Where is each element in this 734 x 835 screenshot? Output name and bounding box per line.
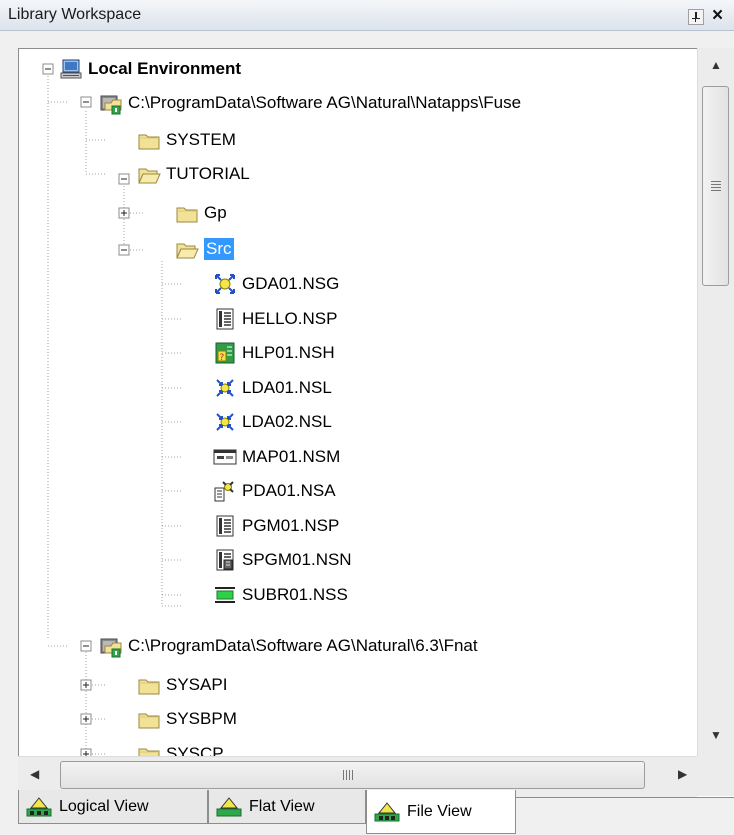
grip-icon — [343, 770, 355, 780]
tree-file-subr01[interactable]: SUBR01.NSS — [213, 581, 348, 609]
scroll-down-arrow-icon[interactable]: ▼ — [710, 728, 722, 742]
local-data-area-icon — [213, 410, 237, 434]
horizontal-scroll-thumb[interactable] — [60, 761, 645, 789]
folder-open-icon — [137, 162, 161, 186]
tree-lines — [42, 63, 181, 797]
scroll-right-arrow-icon[interactable]: ▶ — [678, 767, 687, 781]
tree-file-lda01[interactable]: LDA01.NSL — [213, 374, 332, 402]
map-icon — [213, 445, 237, 469]
folder-closed-icon — [137, 128, 161, 152]
scroll-left-arrow-icon[interactable]: ◀ — [30, 767, 39, 781]
window-title: Library Workspace — [8, 6, 142, 23]
grip-icon — [711, 181, 721, 191]
tree-node-local-environment[interactable]: Local Environment — [59, 55, 241, 83]
tree-node-tutorial[interactable]: TUTORIAL — [137, 160, 250, 188]
svg-text:?: ? — [220, 353, 225, 363]
local-data-area-icon — [213, 376, 237, 400]
parameter-data-area-icon — [213, 479, 237, 503]
helproutine-icon: ? — [213, 341, 237, 365]
program-icon — [213, 307, 237, 331]
tree-node-sysapi[interactable]: SYSAPI — [137, 671, 227, 699]
tree-file-map01[interactable]: MAP01.NSM — [213, 443, 340, 471]
tab-flat-view[interactable]: Flat View — [208, 790, 366, 824]
view-tabs: Logical View Flat View File View — [0, 790, 734, 835]
close-button[interactable]: × — [712, 5, 723, 27]
computer-icon — [59, 57, 83, 81]
vertical-scroll-thumb[interactable] — [702, 86, 729, 286]
tree-node-gp[interactable]: Gp — [175, 199, 227, 227]
folder-closed-icon — [137, 673, 161, 697]
tree-node-src[interactable]: Src — [175, 235, 234, 263]
tree-node-library-fuse[interactable]: C:\ProgramData\Software AG\Natural\Natap… — [99, 89, 521, 117]
subprogram-icon — [213, 548, 237, 572]
tree-file-hlp01[interactable]: ? HLP01.NSH — [213, 339, 335, 367]
tree-node-sysbpm[interactable]: SYSBPM — [137, 705, 237, 733]
tree-file-spgm01[interactable]: SPGM01.NSN — [213, 546, 352, 574]
tree-file-pda01[interactable]: PDA01.NSA — [213, 477, 336, 505]
tree-file-hello[interactable]: HELLO.NSP — [213, 305, 337, 333]
title-bar: Library Workspace × — [0, 0, 734, 31]
flat-view-icon — [215, 796, 243, 818]
tree-node-system[interactable]: SYSTEM — [137, 126, 236, 154]
scroll-up-arrow-icon[interactable]: ▲ — [710, 58, 722, 72]
folder-closed-icon — [175, 201, 199, 225]
folder-closed-icon — [137, 707, 161, 731]
library-tree[interactable]: Local Environment C:\ProgramData\Softwar… — [18, 48, 734, 798]
global-data-area-icon — [213, 272, 237, 296]
pin-icon — [692, 12, 700, 22]
tree-file-gda01[interactable]: GDA01.NSG — [213, 270, 339, 298]
logical-view-icon — [25, 796, 53, 818]
tree-node-library-fnat[interactable]: C:\ProgramData\Software AG\Natural\6.3\F… — [99, 632, 478, 660]
library-drive-icon — [99, 634, 123, 658]
tree-file-lda02[interactable]: LDA02.NSL — [213, 408, 332, 436]
program-icon — [213, 514, 237, 538]
folder-open-icon — [175, 237, 199, 261]
file-view-icon — [373, 801, 401, 823]
subroutine-icon — [213, 583, 237, 607]
tab-logical-view[interactable]: Logical View — [18, 790, 208, 824]
vertical-scrollbar[interactable]: ▲ ▼ — [697, 48, 734, 756]
pin-button[interactable] — [688, 9, 704, 25]
library-drive-icon — [99, 91, 123, 115]
tree-file-pgm01[interactable]: PGM01.NSP — [213, 512, 339, 540]
tab-file-view[interactable]: File View — [366, 790, 516, 834]
